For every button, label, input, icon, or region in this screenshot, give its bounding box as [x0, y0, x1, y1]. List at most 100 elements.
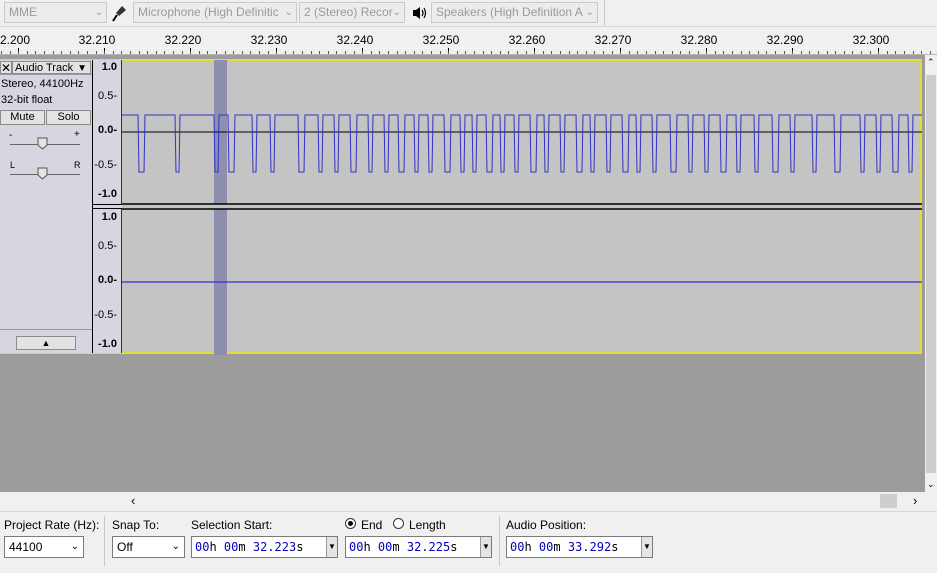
timeline-minor-tick: [827, 51, 828, 54]
horizontal-scrollbar[interactable]: ‹ ›: [127, 492, 925, 510]
end-radio[interactable]: [345, 518, 356, 529]
timeline-minor-tick: [440, 51, 441, 54]
timeline-minor-tick: [551, 51, 552, 54]
audio-position-label: Audio Position:: [506, 518, 587, 532]
timeline-minor-tick: [930, 51, 931, 54]
audio-position-time[interactable]: 00h 00m 33.292s ▼: [506, 536, 653, 558]
timeline-label: 32.230: [250, 33, 288, 47]
playback-device-select[interactable]: Speakers (High Definition A ⌄: [431, 2, 598, 23]
triangle-down-icon: ▼: [77, 63, 87, 74]
timeline-minor-tick: [715, 51, 716, 54]
chevron-down-icon: ⌄: [94, 7, 103, 18]
scroll-left-arrow-icon[interactable]: ‹: [131, 493, 135, 508]
triangle-down-icon[interactable]: ▼: [480, 537, 491, 557]
collapse-track-button[interactable]: ▲: [16, 336, 76, 350]
triangle-down-icon[interactable]: ▼: [641, 537, 652, 557]
timeline-minor-tick: [698, 51, 699, 54]
hours-value: 00: [349, 540, 364, 554]
timeline-label: 32.280: [680, 33, 718, 47]
timeline-minor-tick: [457, 51, 458, 54]
timeline-minor-tick: [422, 51, 423, 54]
timeline-minor-tick: [216, 51, 217, 54]
gain-slider-thumb[interactable]: [37, 137, 48, 150]
timeline-label: 32.290: [766, 33, 804, 47]
audio-track[interactable]: [0, 59, 922, 355]
timeline-minor-tick: [130, 51, 131, 54]
hours-unit: h: [363, 540, 371, 554]
seconds-unit: s: [296, 540, 304, 554]
ruler-label: 0.0-: [98, 124, 117, 136]
timeline-minor-tick: [474, 51, 475, 54]
timeline-minor-tick: [18, 51, 19, 54]
close-track-button[interactable]: ✕: [0, 61, 12, 74]
timeline-minor-tick: [121, 51, 122, 54]
length-radio[interactable]: [393, 518, 404, 529]
chevron-down-icon: ⌄: [585, 7, 594, 18]
project-rate-select[interactable]: 44100 ⌄: [4, 536, 84, 558]
timeline-minor-tick: [913, 51, 914, 54]
timeline-minor-tick: [629, 51, 630, 54]
vertical-ruler: 1.0 0.5- 0.0- -0.5- -1.0 1.0 0.5- 0.0- -…: [93, 60, 122, 353]
timeline-minor-tick: [225, 51, 226, 54]
mute-button[interactable]: Mute: [0, 110, 45, 125]
timeline-minor-tick: [637, 51, 638, 54]
ruler-label: 1.0: [101, 211, 117, 223]
timeline-minor-tick: [689, 51, 690, 54]
recording-device-select[interactable]: Microphone (High Definitic ⌄: [133, 2, 297, 23]
scroll-up-arrow-icon[interactable]: ⌃: [927, 57, 935, 68]
selection-start-label: Selection Start:: [191, 518, 273, 532]
timeline-minor-tick: [319, 51, 320, 54]
timeline-minor-tick: [569, 51, 570, 54]
ruler-label: 0.5-: [98, 90, 117, 102]
timeline-minor-tick: [431, 51, 432, 54]
track-name-menu-button[interactable]: Audio Track ▼: [12, 61, 91, 74]
end-label: End: [361, 518, 383, 532]
recording-channels-select[interactable]: 2 (Stereo) Recor ⌄: [299, 2, 405, 23]
timeline-minor-tick: [250, 51, 251, 54]
solo-button[interactable]: Solo: [46, 110, 91, 125]
chevron-down-icon: ⌄: [284, 7, 293, 18]
hours-unit: h: [524, 540, 532, 554]
timeline-label: 32.250: [422, 33, 460, 47]
timeline-minor-tick: [96, 51, 97, 54]
timeline-minor-tick: [663, 51, 664, 54]
timeline-minor-tick: [861, 51, 862, 54]
timeline-minor-tick: [465, 51, 466, 54]
horizontal-scroll-thumb[interactable]: [880, 494, 897, 508]
scroll-down-arrow-icon[interactable]: ⌄: [927, 479, 935, 490]
timeline-minor-tick: [388, 51, 389, 54]
timeline-ruler[interactable]: 2.200 32.210 32.220 32.230 32.240 32.250 32.26…: [0, 27, 937, 55]
ruler-label: -0.5-: [94, 309, 117, 321]
timeline-minor-tick: [173, 51, 174, 54]
selection-end-time[interactable]: 00h 00m 32.225s ▼: [345, 536, 492, 558]
waveform[interactable]: [122, 60, 922, 355]
timeline-minor-tick: [491, 51, 492, 54]
timeline-minor-tick: [207, 51, 208, 54]
left-channel-waveform: [122, 114, 922, 173]
timeline-minor-tick: [164, 51, 165, 54]
timeline-minor-tick: [741, 51, 742, 54]
snap-to-select[interactable]: Off ⌄: [112, 536, 185, 558]
timeline-minor-tick: [1, 51, 2, 54]
timeline-minor-tick: [276, 51, 277, 54]
pan-right-label: R: [74, 160, 81, 170]
track-name: Audio Track: [15, 62, 74, 74]
pan-slider-thumb[interactable]: [37, 167, 48, 180]
timeline-minor-tick: [345, 51, 346, 54]
timeline-minor-tick: [517, 51, 518, 54]
snap-to-label: Snap To:: [112, 518, 160, 532]
speaker-icon: [411, 5, 429, 21]
triangle-down-icon[interactable]: ▼: [326, 537, 337, 557]
ruler-label: 1.0: [101, 61, 117, 73]
vertical-scroll-thumb[interactable]: [926, 75, 936, 473]
recording-device-value: Microphone (High Definitic: [138, 5, 279, 19]
selection-start-time[interactable]: 00h 00m 32.223s ▼: [191, 536, 338, 558]
timeline-minor-tick: [792, 51, 793, 54]
timeline-minor-tick: [500, 51, 501, 54]
audio-host-select[interactable]: MME ⌄: [4, 2, 107, 23]
timeline-minor-tick: [594, 51, 595, 54]
scroll-right-arrow-icon[interactable]: ›: [913, 493, 917, 508]
vertical-scrollbar[interactable]: ⌃ ⌄: [925, 55, 937, 492]
timeline-minor-tick: [766, 51, 767, 54]
minutes-unit: m: [553, 540, 561, 554]
